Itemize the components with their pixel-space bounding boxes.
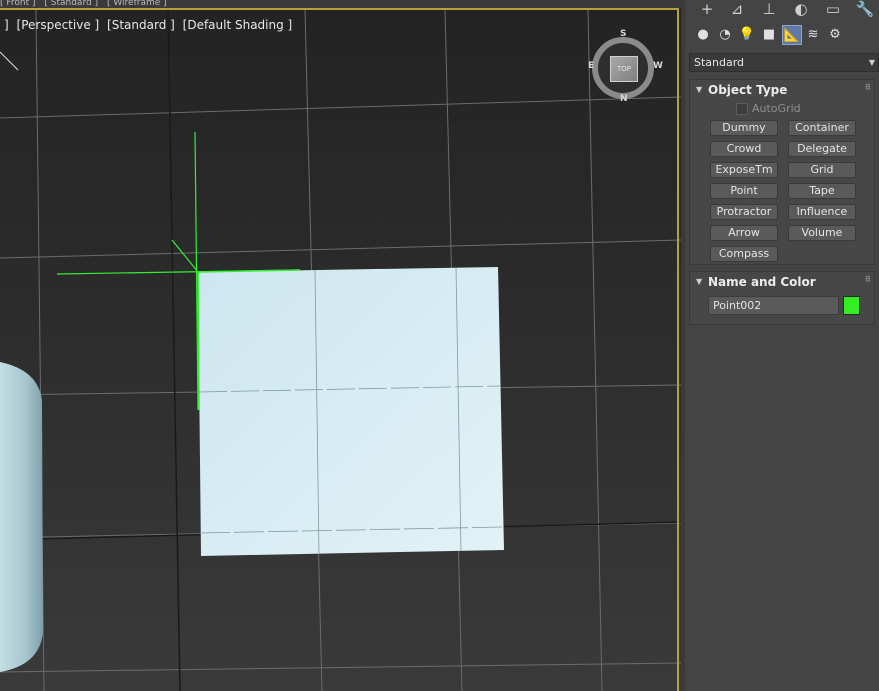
object-color-swatch[interactable] [843,296,860,315]
point-button[interactable]: Point [710,183,778,199]
rollout-title: Object Type [708,83,788,97]
compass-west-label: W [653,61,663,71]
rollout-title: Name and Color [708,275,816,289]
lights-icon[interactable]: 💡 [737,25,757,45]
object-name-field[interactable] [708,296,839,315]
plane-object[interactable] [198,267,504,556]
compass-east-label: E [588,61,595,71]
delegate-button[interactable]: Delegate [788,141,856,157]
protractor-button[interactable]: Protractor [710,204,778,220]
viewport-label-menu: ] [Perspective ] [Standard ] [Default Sh… [4,18,296,32]
influence-button[interactable]: Influence [788,204,856,220]
autogrid-checkbox[interactable]: AutoGrid [736,102,801,115]
rollout-collapse-icon: ▼ [696,277,703,286]
compass-south-label: S [620,29,627,39]
create-tab-icon[interactable]: + [695,0,719,18]
helpers-icon[interactable]: 📐 [782,25,802,45]
container-button[interactable]: Container [788,120,856,136]
systems-icon[interactable]: ⚙ [825,25,845,45]
compass-north-label: N [620,94,628,104]
command-panel-tabs: + ⊿ ⊥ ◐ ▭ 🔧 [689,0,879,20]
volume-button[interactable]: Volume [788,225,856,241]
viewport-standard-menu[interactable]: [Standard ] [107,18,175,32]
viewport-scene [0,9,681,691]
arrow-button[interactable]: Arrow [710,225,778,241]
viewport-point-of-view-menu[interactable]: [Perspective ] [17,18,100,32]
hierarchy-tab-icon[interactable]: ⊥ [757,0,781,18]
object-type-rollout-header[interactable]: ▼ Object Type ⠿ [690,80,874,100]
viewport-general-menu[interactable]: ] [4,18,9,32]
rollout-grip-icon[interactable]: ⠿ [865,78,871,98]
grid-button[interactable]: Grid [788,162,856,178]
utilities-tab-icon[interactable]: 🔧 [853,0,877,18]
tape-button[interactable]: Tape [788,183,856,199]
cylinder-object[interactable] [0,362,43,672]
dummy-button[interactable]: Dummy [710,120,778,136]
modify-tab-icon[interactable]: ⊿ [725,0,749,18]
spacewarps-icon[interactable]: ≋ [803,25,823,45]
geometry-icon[interactable]: ● [693,25,713,45]
name-and-color-rollout: ▼ Name and Color ⠿ [689,271,875,325]
helper-type-dropdown[interactable]: Standard ▼ [689,53,879,72]
dropdown-selected-value: Standard [694,56,745,69]
crowd-button[interactable]: Crowd [710,141,778,157]
rollout-grip-icon[interactable]: ⠿ [865,270,871,290]
chevron-down-icon: ▼ [868,58,875,67]
create-category-row: ● ◔ 💡 ■ 📐 ≋ ⚙ [689,25,879,47]
display-tab-icon[interactable]: ▭ [821,0,845,18]
shapes-icon[interactable]: ◔ [715,25,735,45]
top-strip-item: [ Standard ] [44,0,99,8]
perspective-viewport[interactable]: [ Front ] [ Standard ] [ Wireframe ] ] [… [0,0,681,691]
viewport-shading-menu[interactable]: [Default Shading ] [183,18,293,32]
adjacent-viewport-label: [ Front ] [ Standard ] [ Wireframe ] [0,0,681,8]
name-and-color-rollout-header[interactable]: ▼ Name and Color ⠿ [690,272,874,292]
top-strip-item: [ Wireframe ] [106,0,167,8]
compass-button[interactable]: Compass [710,246,778,262]
motion-tab-icon[interactable]: ◐ [789,0,813,18]
viewcube-face-top[interactable]: TOP [610,56,638,82]
autogrid-label: AutoGrid [752,102,801,115]
exposetm-button[interactable]: ExposeTm [710,162,778,178]
viewcube[interactable]: TOP S E W N [588,29,663,104]
cameras-icon[interactable]: ■ [759,25,779,45]
command-panel: + ⊿ ⊥ ◐ ▭ 🔧 ● ◔ 💡 ■ 📐 ≋ ⚙ Standard ▼ ▼ O… [681,0,879,691]
top-strip-item: [ Front ] [0,0,36,8]
rollout-collapse-icon: ▼ [696,85,703,94]
object-type-rollout: ▼ Object Type ⠿ AutoGrid Dummy Container… [689,79,875,265]
checkbox-icon [736,103,748,115]
